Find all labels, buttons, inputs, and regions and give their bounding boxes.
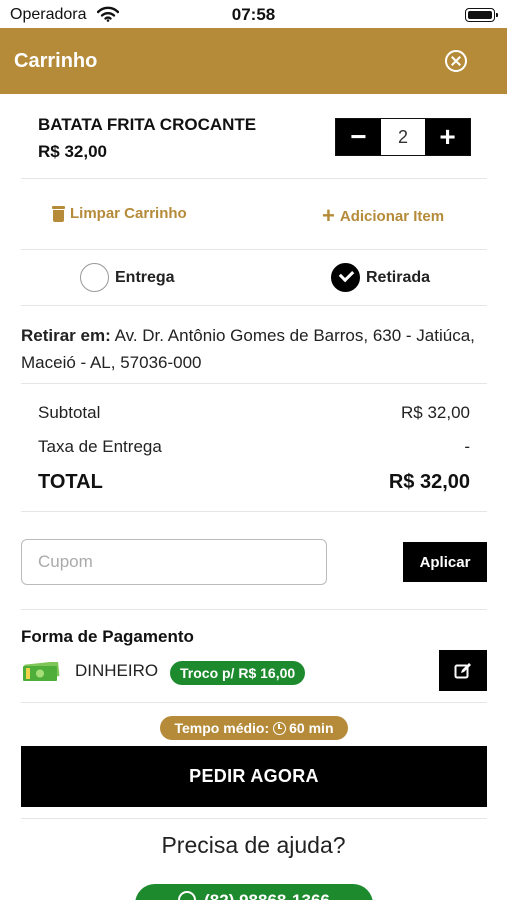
payment-title: Forma de Pagamento: [21, 627, 194, 646]
clear-cart-button[interactable]: Limpar Carrinho: [52, 205, 187, 222]
average-time-value: 60 min: [289, 720, 334, 736]
pickup-label: Retirar em:: [21, 326, 111, 345]
payment-method: DINHEIRO: [75, 661, 159, 680]
whatsapp-button[interactable]: (82) 98868-1366: [135, 884, 373, 900]
status-bar: Operadora 07:58: [0, 0, 507, 28]
divider: [21, 249, 487, 250]
page-title: Carrinho: [14, 50, 98, 72]
whatsapp-icon: [178, 891, 197, 900]
place-order-button[interactable]: PEDIR AGORA: [21, 746, 487, 807]
total-row: TOTAL R$ 32,00: [38, 471, 470, 494]
subtotal-label: Subtotal: [38, 403, 101, 422]
delivery-option-label: Retirada: [366, 268, 431, 286]
pickup-address: Retirar em: Av. Dr. Antônio Gomes de Bar…: [21, 322, 487, 376]
add-item-button[interactable]: + Adicionar Item: [322, 205, 444, 227]
money-icon: [23, 662, 60, 681]
divider: [21, 305, 487, 306]
divider: [21, 818, 487, 819]
divider: [21, 511, 487, 512]
delivery-fee-value: -: [464, 437, 470, 456]
quantity-value[interactable]: 2: [381, 119, 425, 155]
coupon-input[interactable]: [21, 539, 327, 585]
whatsapp-number: (82) 98868-1366: [204, 891, 330, 900]
total-value: R$ 32,00: [388, 471, 470, 493]
plus-icon: +: [322, 203, 335, 228]
decrease-quantity-button[interactable]: −: [336, 119, 381, 155]
edit-payment-button[interactable]: [439, 650, 487, 691]
delivery-fee-row: Taxa de Entrega -: [38, 437, 470, 457]
edit-icon: [454, 662, 471, 678]
average-time-badge: Tempo médio: 60 min: [160, 716, 348, 740]
clock-time: 07:58: [231, 5, 276, 24]
help-title: Precisa de ajuda?: [161, 832, 346, 858]
cart-header: Carrinho: [0, 28, 507, 94]
radio-checked-icon: [331, 263, 360, 292]
item-price: R$ 32,00: [38, 142, 107, 161]
divider: [21, 702, 487, 703]
divider: [21, 609, 487, 610]
item-name: BATATA FRITA CROCANTE: [38, 115, 257, 134]
delivery-option-entrega[interactable]: Entrega: [80, 263, 175, 292]
change-badge: Troco p/ R$ 16,00: [170, 661, 306, 685]
divider: [21, 383, 487, 384]
average-time-label: Tempo médio:: [174, 720, 270, 736]
delivery-option-retirada[interactable]: Retirada: [331, 263, 430, 292]
add-item-label: Adicionar Item: [339, 207, 445, 225]
subtotal-row: Subtotal R$ 32,00: [38, 403, 470, 423]
total-label: TOTAL: [38, 471, 103, 493]
delivery-option-label: Entrega: [115, 268, 175, 286]
increase-quantity-button[interactable]: +: [425, 119, 470, 155]
close-icon[interactable]: [445, 50, 467, 72]
delivery-fee-label: Taxa de Entrega: [38, 437, 162, 456]
battery-icon: [465, 8, 498, 22]
radio-unchecked-icon: [80, 263, 109, 292]
divider: [21, 178, 487, 179]
apply-coupon-button[interactable]: Aplicar: [403, 542, 487, 582]
quantity-stepper: − 2 +: [335, 118, 471, 156]
subtotal-value: R$ 32,00: [401, 403, 470, 422]
clock-icon: [273, 721, 287, 735]
trash-icon: [52, 205, 65, 222]
clear-cart-label: Limpar Carrinho: [70, 205, 187, 222]
